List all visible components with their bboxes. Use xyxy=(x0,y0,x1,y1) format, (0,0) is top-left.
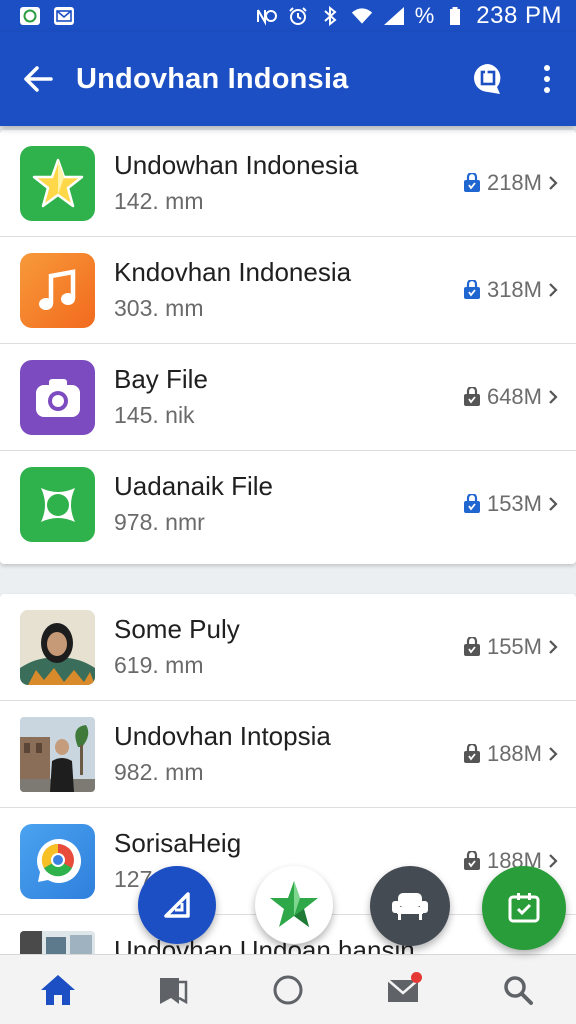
size-label: 218M xyxy=(486,170,542,195)
lock-icon xyxy=(463,173,480,192)
more-vert-icon xyxy=(544,65,550,93)
list-item[interactable]: Uadanaik File 978. nmr 153M xyxy=(0,451,576,558)
size-label: 153M xyxy=(486,491,542,516)
street-photo xyxy=(20,717,95,792)
bottom-navigation xyxy=(0,954,576,1024)
list-item[interactable]: Undowhan Indonesia 142. mm 218M xyxy=(0,130,576,237)
size-label: 648M xyxy=(486,384,542,409)
whatsapp-icon xyxy=(20,7,40,25)
size-label: 155M xyxy=(486,634,542,659)
item-size: 188M xyxy=(463,741,558,767)
calendar-fab[interactable] xyxy=(482,866,566,950)
lock-icon xyxy=(463,744,480,763)
item-subtitle: 303. mm xyxy=(114,295,204,321)
nav-circle[interactable] xyxy=(253,960,323,1020)
item-subtitle: 142. mm xyxy=(114,188,204,214)
item-subtitle: 145. nik xyxy=(114,402,195,428)
notification-badge xyxy=(411,971,423,983)
battery-percent: % xyxy=(414,3,435,28)
item-title: Kndovhan Indonesia xyxy=(114,257,352,287)
item-title: Uadanaik File xyxy=(114,471,273,501)
chevron-right-icon xyxy=(549,640,558,654)
lock-icon xyxy=(463,280,480,299)
chevron-right-icon xyxy=(549,283,558,297)
arrow-back-icon xyxy=(24,66,53,92)
item-subtitle: 978. nmr xyxy=(114,509,205,535)
page-title: Undovhan Indonsia xyxy=(76,62,349,95)
item-subtitle: 619. mm xyxy=(114,652,204,678)
frame-icon xyxy=(20,467,95,542)
bluetooth-icon xyxy=(319,6,341,26)
chat-icon xyxy=(474,64,501,94)
music-note-icon xyxy=(20,253,95,328)
circle-icon xyxy=(273,975,303,1004)
item-subtitle: 982. mm xyxy=(114,759,204,785)
wifi-icon xyxy=(351,6,373,26)
status-bar: % 238 PM xyxy=(0,0,576,32)
chevron-right-icon xyxy=(549,497,558,511)
item-size: 648M xyxy=(463,384,558,410)
nfc-icon xyxy=(255,6,277,26)
list-item[interactable]: Undovhan Intopsia 982. mm 188M xyxy=(0,701,576,808)
size-label: 188M xyxy=(486,741,542,766)
nav-home[interactable] xyxy=(23,960,93,1020)
mail-icon xyxy=(54,7,74,25)
chevron-right-icon xyxy=(549,176,558,190)
lock-icon xyxy=(463,494,480,513)
list-item[interactable]: Some Puly 619. mm 155M xyxy=(0,594,576,701)
profile-photo xyxy=(20,610,95,685)
nav-messages[interactable] xyxy=(368,960,438,1020)
size-label: 318M xyxy=(486,277,542,302)
app-list-card-primary: Undowhan Indonesia 142. mm 218M Kndovhan… xyxy=(0,130,576,564)
chrome-icon xyxy=(20,824,95,899)
camera-icon xyxy=(20,360,95,435)
calendar-check-icon xyxy=(508,893,540,923)
item-size: 218M xyxy=(463,170,558,196)
favorites-fab[interactable] xyxy=(255,866,333,944)
chevron-right-icon xyxy=(549,390,558,404)
app-bar: Undovhan Indonsia xyxy=(0,32,576,126)
more-options-button[interactable] xyxy=(518,49,576,109)
item-title: Undowhan Indonesia xyxy=(114,150,359,180)
item-size: 153M xyxy=(463,491,558,517)
battery-icon xyxy=(444,6,466,26)
lock-icon xyxy=(463,637,480,656)
item-title: SorisaHeig xyxy=(114,828,242,858)
compose-icon xyxy=(164,892,190,918)
nav-search[interactable] xyxy=(483,960,553,1020)
alarm-icon xyxy=(287,6,309,26)
item-title: Bay File xyxy=(114,364,208,394)
status-time: 238 PM xyxy=(476,2,562,29)
nav-bookmarks[interactable] xyxy=(138,960,208,1020)
search-icon xyxy=(504,975,534,1005)
chevron-right-icon xyxy=(549,854,558,868)
bookmark-icon xyxy=(159,977,188,1004)
signal-icon xyxy=(383,6,405,26)
lock-icon xyxy=(463,851,480,870)
star-icon xyxy=(270,881,318,927)
sofa-icon xyxy=(392,893,428,920)
star-icon xyxy=(20,146,95,221)
item-title: Some Puly xyxy=(114,614,240,644)
item-size: 318M xyxy=(463,277,558,303)
lock-icon xyxy=(463,387,480,406)
chat-button[interactable] xyxy=(458,49,518,109)
back-button[interactable] xyxy=(0,32,76,126)
item-size: 155M xyxy=(463,634,558,660)
chevron-right-icon xyxy=(549,747,558,761)
list-item[interactable]: Kndovhan Indonesia 303. mm 318M xyxy=(0,237,576,344)
sofa-fab[interactable] xyxy=(370,866,450,946)
item-title: Undovhan Intopsia xyxy=(114,721,331,751)
list-item[interactable]: Bay File 145. nik 648M xyxy=(0,344,576,451)
home-icon xyxy=(40,974,75,1005)
compose-fab[interactable] xyxy=(138,866,216,944)
